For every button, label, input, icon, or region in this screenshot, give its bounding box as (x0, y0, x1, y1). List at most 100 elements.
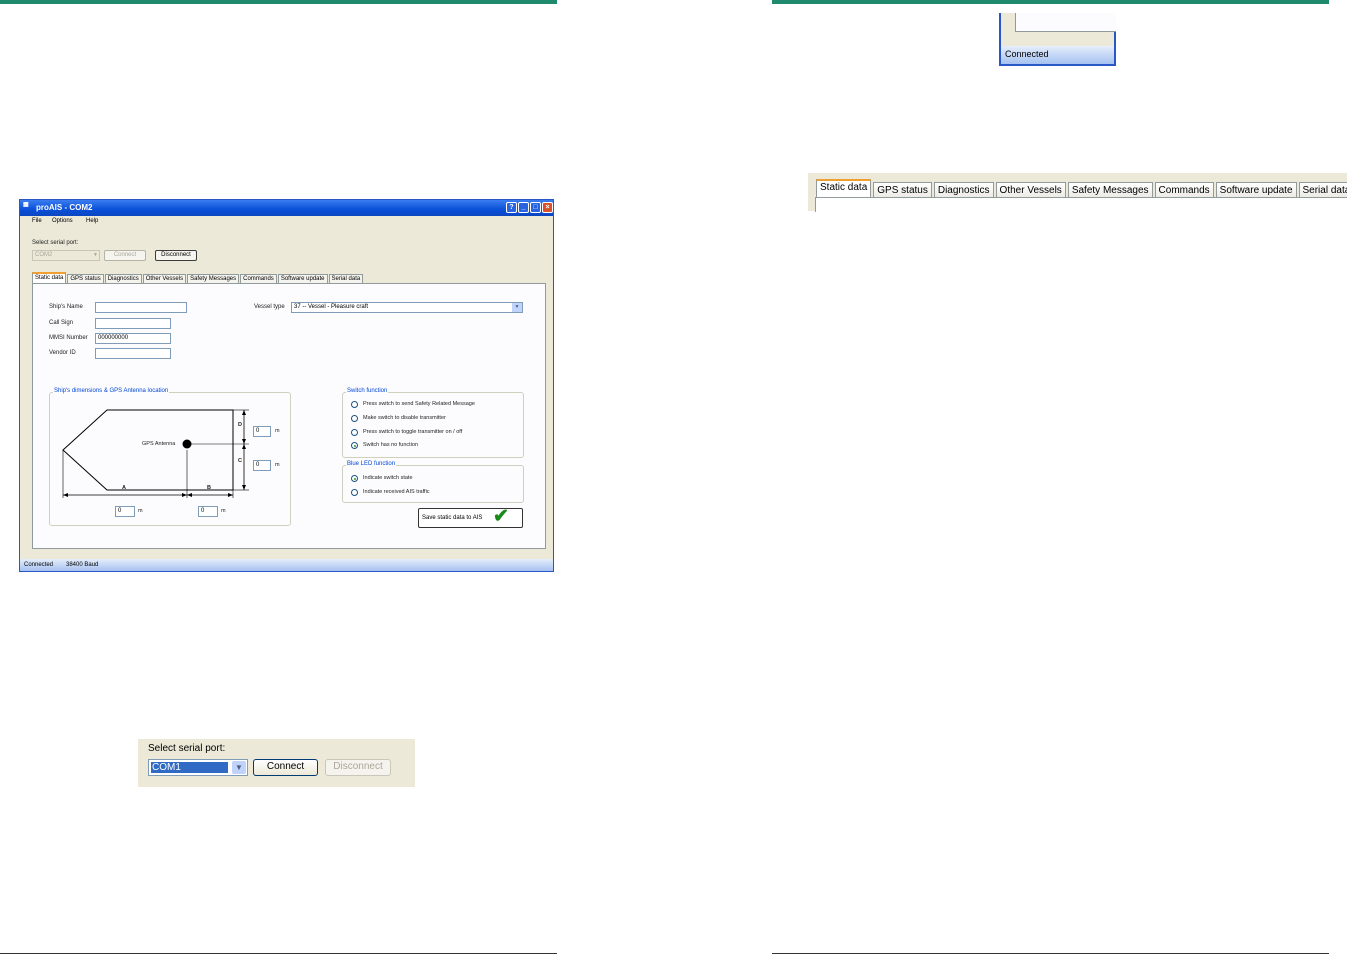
snippet-status-bar: Connected (1001, 46, 1114, 64)
tab-diagnostics[interactable]: Diagnostics (104, 274, 142, 283)
help-icon[interactable]: ? (506, 202, 517, 213)
status-zoom-snippet: Connected (999, 13, 1116, 66)
switch-option-label-3: Press switch to toggle transmitter on / … (363, 429, 463, 435)
zoom-tab-other-vessels[interactable]: Other Vessels (995, 182, 1066, 197)
bottom-rule-right (772, 953, 1329, 954)
ship-name-input[interactable] (95, 302, 187, 313)
status-bar: Connected 38400 Baud (20, 559, 553, 571)
zoom-tab-static-data[interactable]: Static data (816, 179, 872, 197)
led-option-radio-2[interactable] (351, 489, 358, 496)
bottom-rule-left (0, 953, 557, 954)
dimension-a-input[interactable]: 0 (115, 506, 135, 517)
call-sign-label: Call Sign (49, 320, 74, 326)
ship-outline-diagram (62, 409, 249, 498)
blue-led-group (342, 465, 524, 503)
vendor-id-input[interactable] (95, 348, 171, 359)
title-bar: ▦ proAIS - COM2 ? _ □ × (20, 200, 553, 216)
zoom-disconnect-button[interactable]: Disconnect (325, 759, 391, 776)
tab-static-data[interactable]: Static data (32, 272, 67, 283)
tab-gps-status[interactable]: GPS status (67, 274, 104, 283)
dimension-d-label: D (238, 422, 242, 428)
tab-software-update[interactable]: Software update (277, 274, 328, 283)
vessel-type-select[interactable]: 37 -- Vessel - Pleasure craft ▼ (291, 302, 523, 313)
call-sign-input[interactable] (95, 318, 171, 329)
tab-safety-messages[interactable]: Safety Messages (187, 274, 240, 283)
maximize-button[interactable]: □ (530, 202, 541, 213)
gps-antenna-label: GPS Antenna (142, 441, 176, 447)
serial-port-label: Select serial port: (32, 240, 79, 246)
mmsi-input[interactable]: 000000000 (95, 333, 171, 344)
top-rule-right (772, 0, 1329, 4)
top-rule-left (0, 0, 557, 4)
switch-function-group-label: Switch function (346, 388, 389, 394)
ship-dimensions-group-label: Ship's dimensions & GPS Antenna location (53, 388, 170, 394)
tab-commands[interactable]: Commands (240, 274, 277, 283)
zoom-tab-safety-messages[interactable]: Safety Messages (1067, 182, 1153, 197)
status-baud: 38400 Baud (66, 562, 99, 568)
dimension-a-label: A (122, 485, 126, 491)
dimension-d-input[interactable]: 0 (253, 426, 271, 437)
snippet-panel-corner (1015, 13, 1116, 32)
zoom-connect-button[interactable]: Connect (253, 759, 318, 776)
dimension-c-label: C (238, 458, 242, 464)
close-button[interactable]: × (542, 202, 553, 213)
dimension-b-unit: m (221, 508, 226, 514)
save-static-data-button[interactable]: Save static data to AIS ✔ (418, 506, 523, 528)
zoom-tab-diagnostics[interactable]: Diagnostics (933, 182, 994, 197)
switch-option-radio-2[interactable] (351, 415, 358, 422)
dimension-b-label: B (207, 485, 211, 491)
chevron-down-icon: ▼ (93, 252, 98, 258)
connect-button[interactable]: Connect (104, 250, 146, 261)
check-icon: ✔ (493, 506, 509, 527)
led-option-radio-1[interactable] (351, 475, 358, 482)
tab-serial-data[interactable]: Serial data (328, 274, 364, 283)
menu-options[interactable]: Options (52, 218, 73, 224)
tab-other-vessels[interactable]: Other Vessels (142, 274, 187, 283)
vendor-id-label: Vendor ID (49, 350, 76, 356)
zoom-tab-gps-status[interactable]: GPS status (873, 182, 932, 197)
led-option-label-2: Indicate received AIS traffic (363, 489, 430, 495)
led-option-label-1: Indicate switch state (363, 475, 413, 481)
switch-option-label-4: Switch has no function (363, 442, 419, 448)
disconnect-button[interactable]: Disconnect (155, 250, 197, 261)
ship-name-label: Ship's Name (49, 304, 83, 310)
dimension-c-input[interactable]: 0 (253, 460, 271, 471)
mmsi-label: MMSI Number (49, 335, 88, 341)
window-title: proAIS - COM2 (36, 203, 93, 212)
app-window: ▦ proAIS - COM2 ? _ □ × File Options Hel… (19, 199, 554, 572)
gps-antenna-marker (182, 439, 192, 449)
menu-help[interactable]: Help (86, 218, 98, 224)
chevron-down-icon: ▼ (232, 761, 246, 774)
menu-bar: File Options Help (20, 216, 553, 227)
switch-option-label-1: Press switch to send Safety Related Mess… (363, 401, 475, 407)
tab-strip: Static data GPS status Diagnostics Other… (32, 272, 364, 283)
vessel-type-label: Vessel type (254, 304, 285, 310)
switch-option-label-2: Make switch to disable transmitter (363, 415, 446, 421)
zoom-tab-panel-top (815, 197, 1347, 212)
dimension-a-unit: m (138, 508, 143, 514)
tabs-zoom-panel: Static data GPS status Diagnostics Other… (808, 173, 1347, 212)
serial-port-select[interactable]: COM2 ▼ (32, 250, 100, 261)
app-logo-icon: ▦ (23, 202, 29, 208)
switch-option-radio-1[interactable] (351, 401, 358, 408)
zoom-tab-software-update[interactable]: Software update (1215, 182, 1297, 197)
zoom-tab-serial-data[interactable]: Serial data (1298, 182, 1347, 197)
snippet-status-connection: Connected (1005, 49, 1049, 59)
blue-led-group-label: Blue LED function (346, 461, 397, 467)
chevron-down-icon: ▼ (512, 303, 522, 312)
static-data-panel: Ship's Name Call Sign MMSI Number 000000… (32, 283, 546, 549)
minimize-button[interactable]: _ (518, 202, 529, 213)
ship-hull-shape (62, 409, 234, 491)
serial-port-zoom-panel: Select serial port: COM1 ▼ Connect Disco… (138, 739, 415, 787)
dimension-c-unit: m (275, 462, 280, 468)
menu-file[interactable]: File (32, 218, 42, 224)
dimension-d-unit: m (275, 428, 280, 434)
dimension-b-input[interactable]: 0 (198, 506, 218, 517)
zoom-tab-strip: Static data GPS status Diagnostics Other… (816, 179, 1347, 197)
zoom-tab-commands[interactable]: Commands (1154, 182, 1214, 197)
zoom-serial-port-label: Select serial port: (148, 743, 226, 754)
status-connection: Connected (24, 562, 54, 568)
switch-option-radio-3[interactable] (351, 429, 358, 436)
zoom-serial-port-select[interactable]: COM1 ▼ (148, 759, 248, 776)
switch-option-radio-4[interactable] (351, 442, 358, 449)
